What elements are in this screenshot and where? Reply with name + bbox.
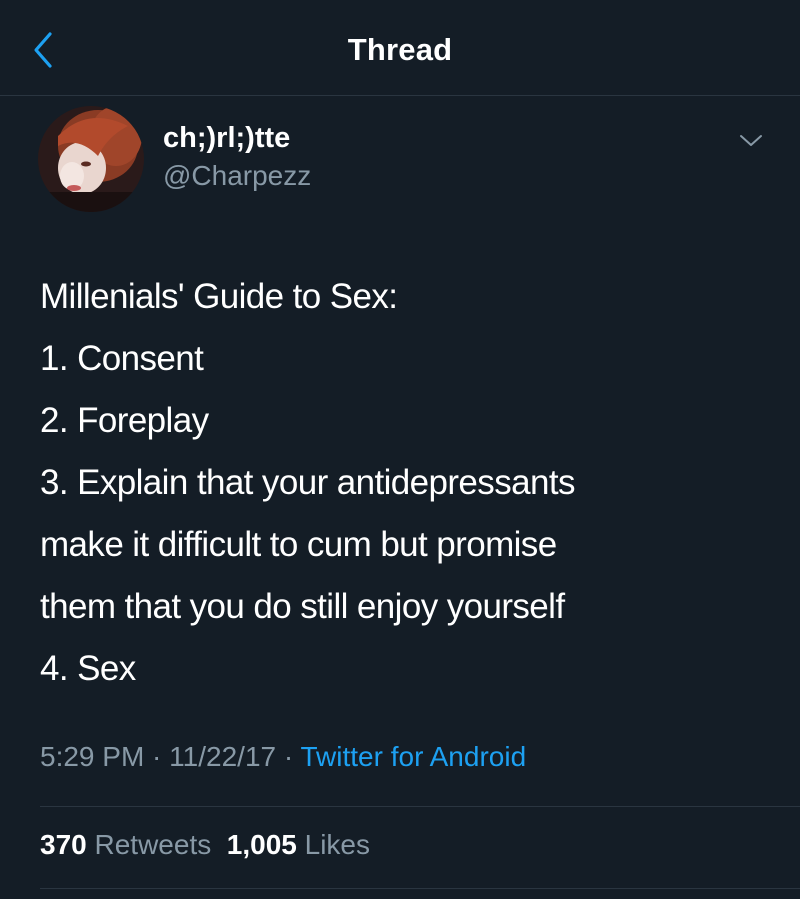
author-handle[interactable]: @Charpezz xyxy=(163,160,311,192)
tweet-meta: 5:29 PM · 11/22/17 · Twitter for Android xyxy=(40,741,526,773)
chevron-down-icon xyxy=(740,135,762,146)
tweet-date: 11/22/17 xyxy=(169,741,277,772)
tweet-text-line: 3. Explain that your antidepressants xyxy=(40,463,575,502)
tweet-source-link[interactable]: Twitter for Android xyxy=(300,741,526,772)
tweet-text-line: 1. Consent xyxy=(40,339,204,378)
tweet-text-line: 2. Foreplay xyxy=(40,401,209,440)
meta-separator: · xyxy=(144,741,170,772)
tweet-text-line: make it difficult to cum but promise xyxy=(40,525,557,564)
profile-photo-image xyxy=(38,106,144,212)
top-nav-bar: Thread xyxy=(0,0,800,96)
retweets-count: 370 xyxy=(40,829,87,860)
likes-label: Likes xyxy=(304,829,371,860)
tweet-text: Millenials' Guide to Sex: 1. Consent 2. … xyxy=(40,266,770,700)
tweet-text-line: Millenials' Guide to Sex: xyxy=(40,277,398,316)
page-title: Thread xyxy=(347,32,453,67)
divider xyxy=(40,888,800,889)
tweet-menu-button[interactable] xyxy=(736,130,766,150)
avatar[interactable] xyxy=(38,106,144,212)
tweet-stats: 370 Retweets 1,005 Likes xyxy=(40,829,370,861)
tweet-text-line: them that you do still enjoy yourself xyxy=(40,587,565,626)
twitter-thread-screen: Thread ch;)rl;)tte @Charpezz Millenials'… xyxy=(0,0,800,899)
likes-stat[interactable]: 1,005 Likes xyxy=(227,829,370,861)
tweet-text-line: 4. Sex xyxy=(40,649,136,688)
retweets-label: Retweets xyxy=(94,829,212,860)
divider xyxy=(40,806,800,807)
author-display-name[interactable]: ch;)rl;)tte xyxy=(163,122,290,155)
retweets-stat[interactable]: 370 Retweets xyxy=(40,829,211,861)
meta-separator: · xyxy=(276,741,301,772)
tweet-time: 5:29 PM xyxy=(40,741,145,772)
likes-count: 1,005 xyxy=(226,829,297,860)
